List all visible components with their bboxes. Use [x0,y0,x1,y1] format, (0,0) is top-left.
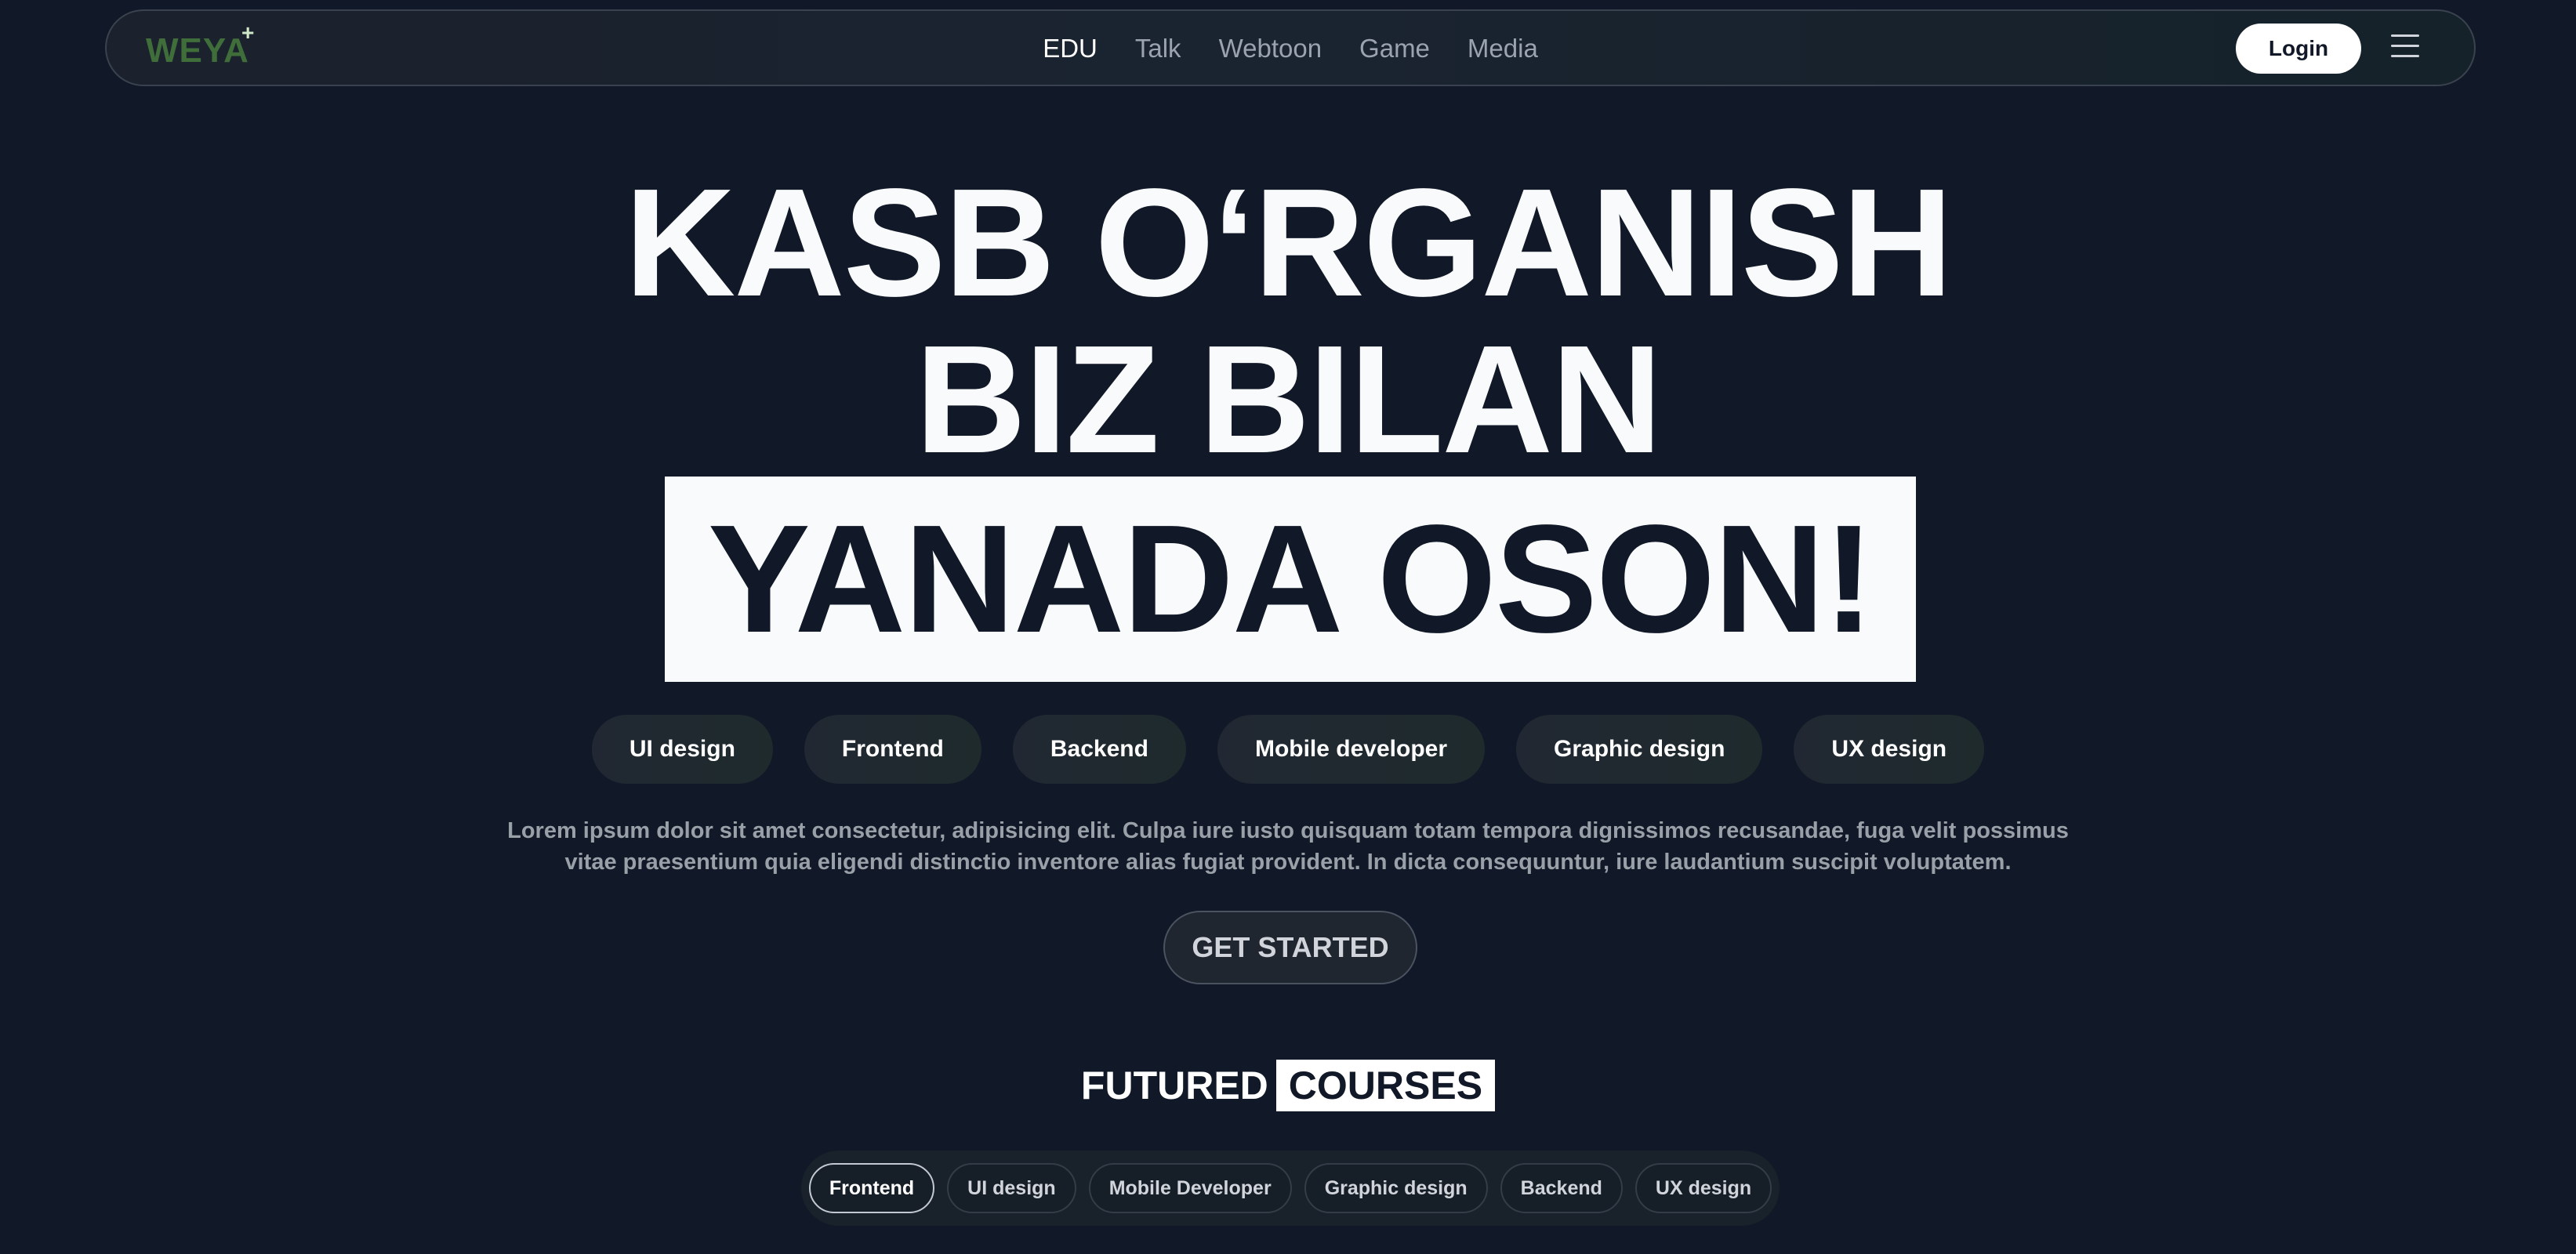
main-nav: EDU Talk Webtoon Game Media [107,33,2474,64]
nav-item-talk[interactable]: Talk [1135,33,1181,64]
top-navbar: WEYA + EDU Talk Webtoon Game Media Login [105,9,2476,86]
skill-pill-mobile-developer[interactable]: Mobile developer [1217,715,1486,784]
skill-pill-frontend[interactable]: Frontend [804,715,981,784]
filter-backend[interactable]: Backend [1500,1163,1623,1213]
courses-section-title: FUTURED COURSES [0,1060,2576,1111]
nav-item-edu[interactable]: EDU [1043,33,1098,64]
hero-title-highlight: YANADA OSON! [665,477,1916,682]
nav-item-webtoon[interactable]: Webtoon [1219,33,1322,64]
skill-pill-ux-design[interactable]: UX design [1794,715,1985,784]
skill-pills: UI design Frontend Backend Mobile develo… [0,715,2576,784]
nav-item-media[interactable]: Media [1468,33,1538,64]
courses-title-part1: FUTURED [1080,1064,1268,1107]
filter-frontend[interactable]: Frontend [808,1163,935,1213]
login-button[interactable]: Login [2236,24,2361,74]
skill-pill-graphic-design[interactable]: Graphic design [1516,715,1763,784]
filter-ux-design[interactable]: UX design [1634,1163,1772,1213]
filter-mobile-developer[interactable]: Mobile Developer [1088,1163,1292,1213]
hero-title-line-2: BIZ BILAN [915,314,1663,485]
get-started-button[interactable]: GET STARTED [1163,911,1417,984]
filter-graphic-design[interactable]: Graphic design [1304,1163,1488,1213]
filter-ui-design[interactable]: UI design [947,1163,1076,1213]
hero-title-line-1: KASB O‘RGANISH [624,157,1954,328]
nav-item-game[interactable]: Game [1359,33,1430,64]
course-filter-bar: Frontend UI design Mobile Developer Grap… [801,1151,1780,1226]
skill-pill-backend[interactable]: Backend [1012,715,1186,784]
hero-description: Lorem ipsum dolor sit amet consectetur, … [507,818,2069,875]
skill-pill-ui-design[interactable]: UI design [591,715,773,784]
courses-title-highlight: COURSES [1275,1060,1496,1111]
hamburger-menu-icon[interactable] [2391,34,2419,63]
